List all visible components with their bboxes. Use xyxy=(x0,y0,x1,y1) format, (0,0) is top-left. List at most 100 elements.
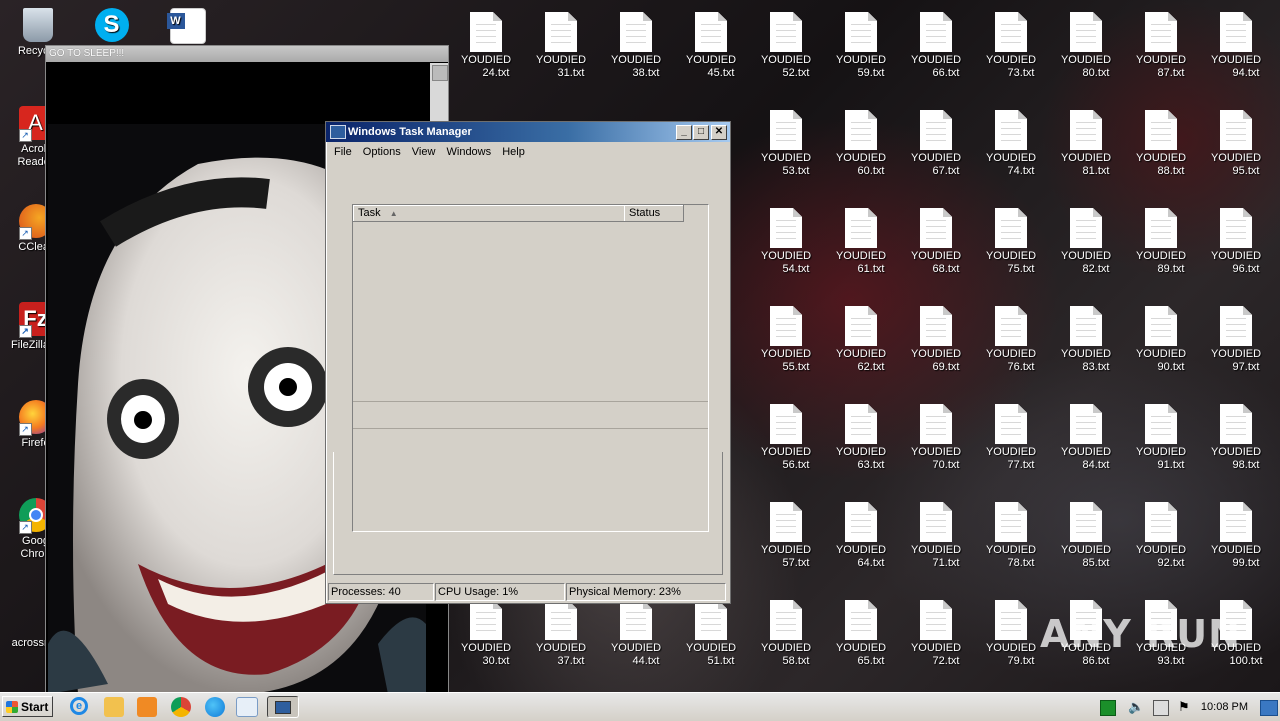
file-name-line2: 87.txt xyxy=(1157,67,1185,79)
file-icon-item[interactable]: YOUDIED 45.txt xyxy=(675,12,747,80)
file-icon-item[interactable]: YOUDIED 65.txt xyxy=(825,600,897,668)
file-name-line2: 84.txt xyxy=(1082,459,1110,471)
speaker-icon[interactable]: 🔈 xyxy=(1128,700,1144,714)
column-header-task[interactable]: Task ▲ xyxy=(353,205,625,222)
file-icon-item[interactable]: YOUDIED 95.txt xyxy=(1200,110,1272,178)
menu-windows[interactable]: Windows xyxy=(447,146,492,158)
file-icon-item[interactable]: YOUDIED 96.txt xyxy=(1200,208,1272,276)
file-icon-item[interactable]: YOUDIED 31.txt xyxy=(525,12,597,80)
notepad-icon[interactable] xyxy=(236,697,258,717)
file-icon-item[interactable]: YOUDIED 74.txt xyxy=(975,110,1047,178)
show-desktop-icon[interactable] xyxy=(1260,700,1278,716)
file-icon-item[interactable]: YOUDIED 52.txt xyxy=(750,12,822,80)
maximize-button[interactable]: □ xyxy=(693,125,709,140)
file-icon-item[interactable]: YOUDIED 75.txt xyxy=(975,208,1047,276)
file-icon-item[interactable]: YOUDIED 54.txt xyxy=(750,208,822,276)
file-icon-item[interactable]: YOUDIED 62.txt xyxy=(825,306,897,374)
menu-help[interactable]: Help xyxy=(502,146,525,158)
network-icon[interactable] xyxy=(1153,700,1169,716)
chrome-icon[interactable] xyxy=(171,697,191,717)
file-icon-item[interactable]: YOUDIED 79.txt xyxy=(975,600,1047,668)
task-manager-window[interactable]: Windows Task Manager _ □ ✕ File Options … xyxy=(325,121,731,604)
file-name-line1: YOUDIED xyxy=(985,152,1037,164)
file-icon-item[interactable]: YOUDIED 56.txt xyxy=(750,404,822,472)
file-icon-item[interactable]: YOUDIED 69.txt xyxy=(900,306,972,374)
file-icon-item[interactable]: YOUDIED 90.txt xyxy=(1125,306,1197,374)
file-icon-item[interactable]: YOUDIED 81.txt xyxy=(1050,110,1122,178)
file-icon-item[interactable]: YOUDIED 38.txt xyxy=(600,12,672,80)
file-icon-item[interactable]: YOUDIED 73.txt xyxy=(975,12,1047,80)
file-icon-item[interactable]: YOUDIED 99.txt xyxy=(1200,502,1272,570)
file-icon-item[interactable]: YOUDIED 55.txt xyxy=(750,306,822,374)
action-center-flag-icon[interactable]: ⚑ xyxy=(1178,700,1192,714)
text-file-icon xyxy=(920,110,952,150)
minimize-button[interactable]: _ xyxy=(676,125,692,140)
file-icon-item[interactable]: YOUDIED 58.txt xyxy=(750,600,822,668)
text-file-icon xyxy=(770,600,802,640)
desktop-shortcut-word[interactable]: W xyxy=(150,8,225,47)
file-icon-item[interactable]: YOUDIED 53.txt xyxy=(750,110,822,178)
file-icon-item[interactable]: YOUDIED 30.txt xyxy=(450,600,522,668)
file-icon-item[interactable]: YOUDIED 77.txt xyxy=(975,404,1047,472)
file-icon-item[interactable]: YOUDIED 89.txt xyxy=(1125,208,1197,276)
file-icon-item[interactable]: YOUDIED 64.txt xyxy=(825,502,897,570)
file-icon-item[interactable]: YOUDIED 37.txt xyxy=(525,600,597,668)
ie-icon[interactable]: e xyxy=(70,697,90,717)
file-icon-item[interactable]: YOUDIED 61.txt xyxy=(825,208,897,276)
text-file-icon xyxy=(845,306,877,346)
menu-view[interactable]: View xyxy=(412,146,436,158)
file-icon-item[interactable]: YOUDIED 60.txt xyxy=(825,110,897,178)
file-icon-item[interactable]: YOUDIED 72.txt xyxy=(900,600,972,668)
file-name-line1: YOUDIED xyxy=(835,544,887,556)
task-manager-taskbar-button[interactable] xyxy=(267,696,299,718)
explorer-icon[interactable] xyxy=(104,697,124,717)
file-icon-item[interactable]: YOUDIED 85.txt xyxy=(1050,502,1122,570)
tray-network-icon[interactable] xyxy=(1100,700,1116,716)
file-icon-item[interactable]: YOUDIED 78.txt xyxy=(975,502,1047,570)
file-icon-item[interactable]: YOUDIED 84.txt xyxy=(1050,404,1122,472)
start-button[interactable]: Start xyxy=(2,696,53,717)
file-name-line1: YOUDIED xyxy=(985,250,1037,262)
file-icon-item[interactable]: YOUDIED 70.txt xyxy=(900,404,972,472)
clock[interactable]: 10:08 PM xyxy=(1201,693,1248,721)
file-icon-item[interactable]: YOUDIED 87.txt xyxy=(1125,12,1197,80)
file-icon-item[interactable]: YOUDIED 91.txt xyxy=(1125,404,1197,472)
file-icon-item[interactable]: YOUDIED 57.txt xyxy=(750,502,822,570)
file-name-line1: YOUDIED xyxy=(1135,250,1187,262)
menu-options[interactable]: Options xyxy=(363,146,401,158)
file-icon-item[interactable]: YOUDIED 82.txt xyxy=(1050,208,1122,276)
file-icon-item[interactable]: YOUDIED 51.txt xyxy=(675,600,747,668)
file-icon-item[interactable]: YOUDIED 98.txt xyxy=(1200,404,1272,472)
file-name-line1: YOUDIED xyxy=(760,152,812,164)
file-icon-item[interactable]: YOUDIED 67.txt xyxy=(900,110,972,178)
file-icon-item[interactable]: YOUDIED 63.txt xyxy=(825,404,897,472)
file-icon-item[interactable]: YOUDIED 68.txt xyxy=(900,208,972,276)
file-icon-item[interactable]: YOUDIED 97.txt xyxy=(1200,306,1272,374)
file-name-line2: 65.txt xyxy=(857,655,885,667)
close-button[interactable]: ✕ xyxy=(711,125,727,140)
file-name-line2: 79.txt xyxy=(1007,655,1035,667)
edge-icon[interactable] xyxy=(205,697,225,717)
text-file-icon xyxy=(770,110,802,150)
file-name-line2: 44.txt xyxy=(632,655,660,667)
column-header-status[interactable]: Status xyxy=(624,205,684,222)
text-file-icon xyxy=(1220,208,1252,248)
file-icon-item[interactable]: YOUDIED 80.txt xyxy=(1050,12,1122,80)
file-icon-item[interactable]: YOUDIED 76.txt xyxy=(975,306,1047,374)
file-name-line1: YOUDIED xyxy=(1060,152,1112,164)
file-icon-item[interactable]: YOUDIED 66.txt xyxy=(900,12,972,80)
file-icon-item[interactable]: YOUDIED 88.txt xyxy=(1125,110,1197,178)
sort-ascending-icon: ▲ xyxy=(389,209,398,218)
file-icon-item[interactable]: YOUDIED 92.txt xyxy=(1125,502,1197,570)
file-icon-item[interactable]: YOUDIED 59.txt xyxy=(825,12,897,80)
file-name-line2: 54.txt xyxy=(782,263,810,275)
desktop-shortcut-skype[interactable]: S xyxy=(74,8,149,45)
file-icon-item[interactable]: YOUDIED 71.txt xyxy=(900,502,972,570)
task-manager-titlebar[interactable]: Windows Task Manager _ □ ✕ xyxy=(326,122,730,142)
media-player-icon[interactable] xyxy=(137,697,157,717)
menu-file[interactable]: File xyxy=(334,146,352,158)
file-icon-item[interactable]: YOUDIED 24.txt xyxy=(450,12,522,80)
file-icon-item[interactable]: YOUDIED 83.txt xyxy=(1050,306,1122,374)
file-icon-item[interactable]: YOUDIED 44.txt xyxy=(600,600,672,668)
file-icon-item[interactable]: YOUDIED 94.txt xyxy=(1200,12,1272,80)
